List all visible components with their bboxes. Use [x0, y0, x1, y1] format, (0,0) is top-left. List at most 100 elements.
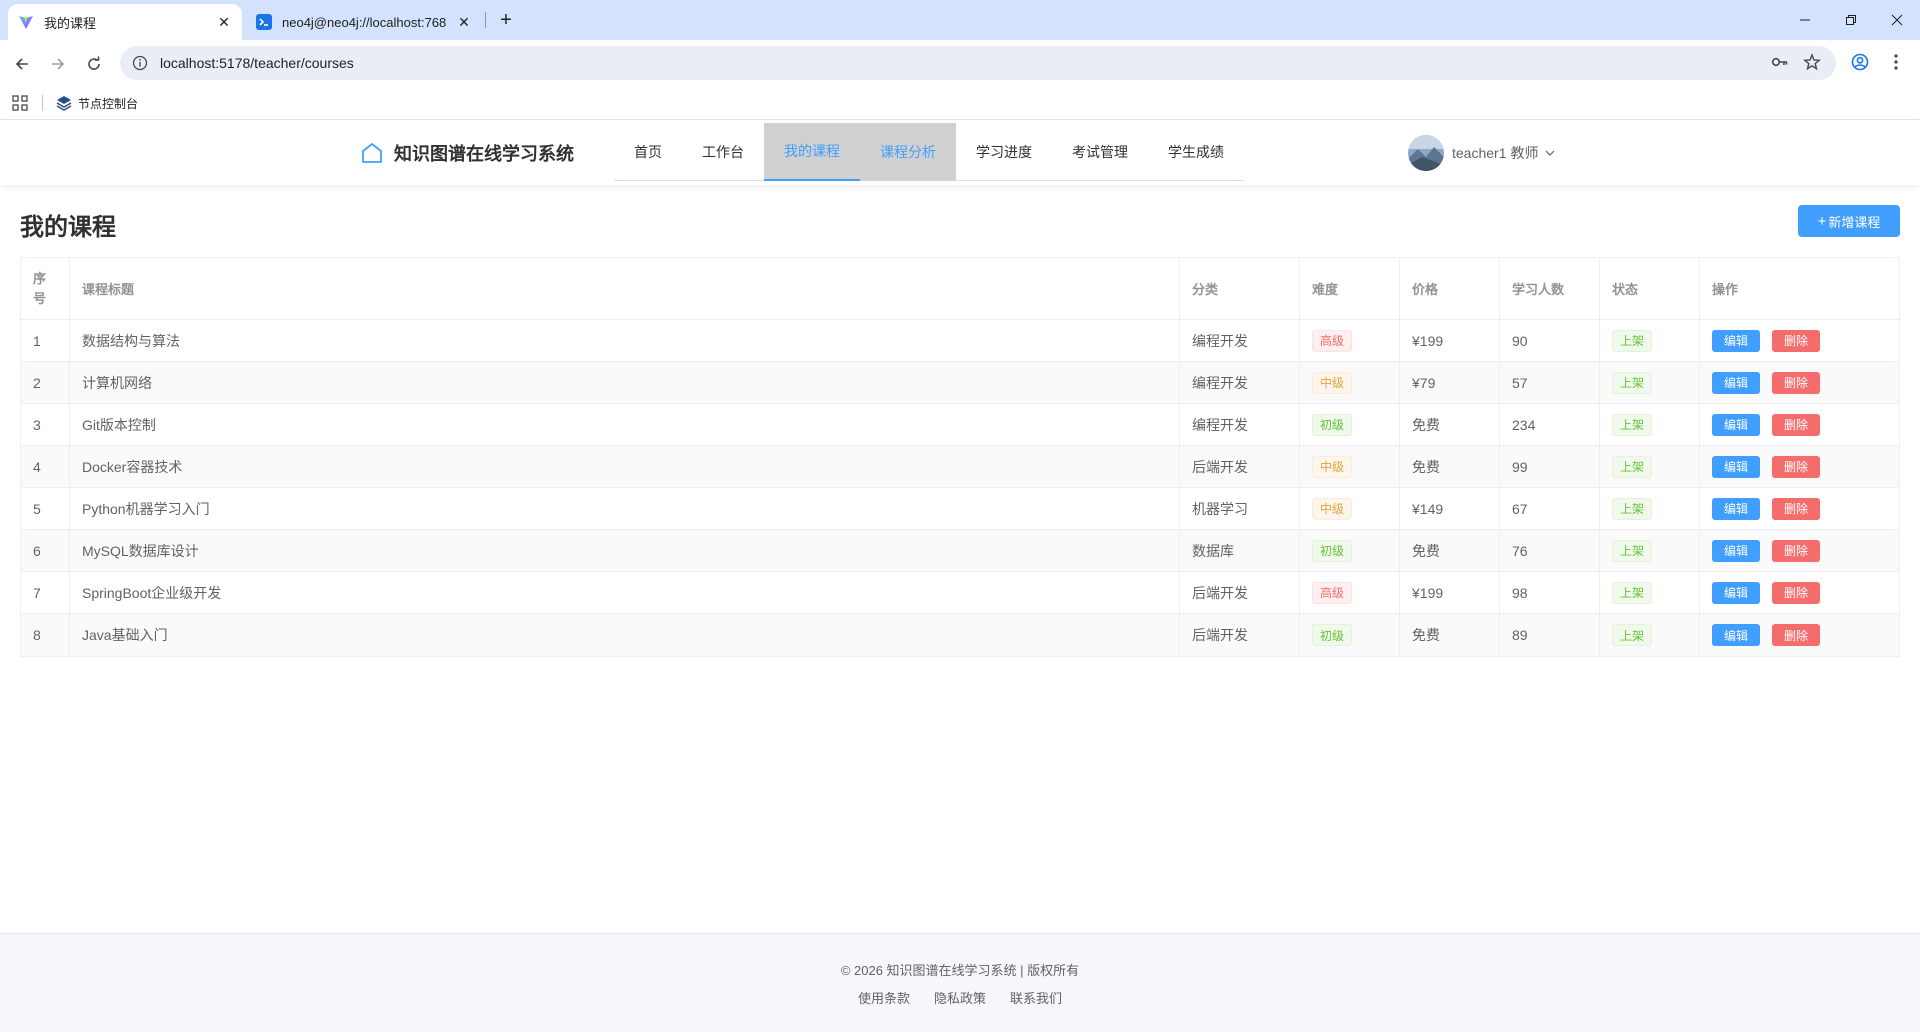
column-header-index: 序号	[21, 258, 70, 319]
cell-index: 8	[21, 614, 70, 656]
cell-category: 编程开发	[1180, 320, 1300, 361]
edit-button[interactable]: 编辑	[1712, 371, 1760, 394]
cell-status: 上架	[1600, 446, 1700, 487]
cell-index: 6	[21, 530, 70, 571]
edit-button[interactable]: 编辑	[1712, 581, 1760, 604]
cell-status: 上架	[1600, 320, 1700, 361]
nav-item-exam-management[interactable]: 考试管理	[1052, 123, 1148, 181]
cell-index: 5	[21, 488, 70, 529]
cell-index: 7	[21, 572, 70, 613]
nav-item-learning-progress[interactable]: 学习进度	[956, 123, 1052, 181]
avatar	[1408, 135, 1444, 171]
edit-button[interactable]: 编辑	[1712, 329, 1760, 352]
tab-title: 我的课程	[44, 15, 97, 31]
cell-actions: 编辑 删除	[1700, 488, 1899, 529]
cell-title: SpringBoot企业级开发	[70, 572, 1180, 613]
delete-button[interactable]: 删除	[1772, 581, 1820, 604]
delete-button[interactable]: 删除	[1772, 497, 1820, 520]
user-menu[interactable]: teacher1 教师	[1408, 135, 1556, 171]
browser-tab-neo4j[interactable]: neo4j@neo4j://localhost:768 ✕	[246, 4, 482, 40]
browser-tab-courses[interactable]: 我的课程 ✕	[8, 4, 242, 40]
copyright-text: © 2026 知识图谱在线学习系统 | 版权所有	[840, 963, 1080, 978]
bookmark-star-icon[interactable]	[1798, 48, 1826, 76]
cell-price: 免费	[1400, 614, 1500, 656]
logo[interactable]: 知识图谱在线学习系统	[360, 139, 574, 167]
cell-students: 99	[1500, 446, 1600, 487]
bookmark-node-console[interactable]: 节点控制台	[56, 92, 138, 114]
cell-title: MySQL数据库设计	[70, 530, 1180, 571]
difficulty-tag: 初级	[1312, 539, 1353, 562]
delete-button[interactable]: 删除	[1772, 455, 1820, 478]
delete-button[interactable]: 删除	[1772, 539, 1820, 562]
cell-category: 编程开发	[1180, 404, 1300, 445]
main-nav: 首页 工作台 我的课程 课程分析 学习进度 考试管理 学生成绩	[614, 123, 1244, 181]
cell-category: 编程开发	[1180, 362, 1300, 403]
footer-link-privacy[interactable]: 隐私政策	[934, 988, 986, 1007]
bookmark-separator	[42, 95, 43, 111]
edit-button[interactable]: 编辑	[1712, 539, 1760, 562]
bookmarks-bar: 节点控制台	[0, 86, 1920, 120]
user-name: teacher1	[1452, 145, 1507, 161]
footer-link-contact[interactable]: 联系我们	[1010, 988, 1062, 1007]
delete-button[interactable]: 删除	[1772, 413, 1820, 436]
cell-difficulty: 中级	[1300, 362, 1400, 403]
status-badge: 上架	[1612, 455, 1653, 478]
address-bar[interactable]: localhost:5178/teacher/courses	[120, 46, 1836, 80]
delete-button[interactable]: 删除	[1772, 371, 1820, 394]
nav-item-my-courses[interactable]: 我的课程	[764, 123, 860, 181]
delete-button[interactable]: 删除	[1772, 624, 1820, 646]
close-icon[interactable]: ✕	[216, 14, 232, 31]
reload-icon[interactable]	[80, 50, 108, 78]
status-badge: 上架	[1612, 371, 1653, 394]
apps-grid-icon[interactable]	[12, 95, 28, 111]
column-header-status: 状态	[1600, 258, 1700, 319]
menu-kebab-icon[interactable]	[1882, 48, 1910, 76]
cell-title: 数据结构与算法	[70, 320, 1180, 361]
password-key-icon[interactable]	[1766, 48, 1794, 76]
new-tab-plus-icon[interactable]: +	[492, 8, 520, 32]
column-header-difficulty: 难度	[1300, 258, 1400, 319]
edit-button[interactable]: 编辑	[1712, 497, 1760, 520]
cell-difficulty: 高级	[1300, 320, 1400, 361]
cell-status: 上架	[1600, 404, 1700, 445]
page: 知识图谱在线学习系统 首页 工作台 我的课程 课程分析 学习进度 考试管理 学生…	[0, 121, 1920, 1032]
nav-item-course-analysis[interactable]: 课程分析	[860, 123, 956, 181]
edit-button[interactable]: 编辑	[1712, 413, 1760, 436]
nav-item-workbench[interactable]: 工作台	[682, 123, 764, 181]
cell-category: 后端开发	[1180, 572, 1300, 613]
back-arrow-icon[interactable]	[8, 50, 36, 78]
status-badge: 上架	[1612, 624, 1653, 646]
edit-button[interactable]: 编辑	[1712, 455, 1760, 478]
close-icon[interactable]: ✕	[456, 14, 472, 31]
edit-button[interactable]: 编辑	[1712, 624, 1760, 646]
profile-icon[interactable]	[1846, 48, 1874, 76]
cell-difficulty: 中级	[1300, 488, 1400, 529]
minimize-icon[interactable]	[1782, 6, 1828, 34]
bookmark-label: 节点控制台	[78, 96, 139, 111]
column-header-actions: 操作	[1712, 282, 1739, 297]
site-info-icon[interactable]	[132, 55, 148, 71]
nav-item-student-grades[interactable]: 学生成绩	[1148, 123, 1244, 181]
table-row: 6 MySQL数据库设计 数据库 初级 免费 76 上架 编辑 删除	[21, 530, 1899, 572]
add-course-button[interactable]: + 新增课程	[1798, 205, 1900, 237]
app-header: 知识图谱在线学习系统 首页 工作台 我的课程 课程分析 学习进度 考试管理 学生…	[0, 121, 1920, 185]
status-badge: 上架	[1612, 581, 1653, 604]
forward-arrow-icon[interactable]	[44, 50, 72, 78]
nav-item-home[interactable]: 首页	[614, 123, 682, 181]
cell-title: 计算机网络	[70, 362, 1180, 403]
restore-icon[interactable]	[1828, 6, 1874, 34]
cell-price: 免费	[1400, 446, 1500, 487]
terminal-icon	[256, 14, 272, 30]
cell-price: 免费	[1400, 404, 1500, 445]
cell-price: ¥149	[1400, 488, 1500, 529]
cell-index: 4	[21, 446, 70, 487]
cell-price: ¥79	[1400, 362, 1500, 403]
status-badge: 上架	[1612, 413, 1653, 436]
cell-students: 89	[1500, 614, 1600, 656]
cell-status: 上架	[1600, 572, 1700, 613]
footer-link-terms[interactable]: 使用条款	[858, 988, 910, 1007]
cell-price: 免费	[1400, 530, 1500, 571]
window-close-icon[interactable]	[1874, 6, 1920, 34]
table-header-row: 序号 课程标题 分类 难度 价格 学习人数 状态 操作	[21, 258, 1899, 320]
delete-button[interactable]: 删除	[1772, 329, 1820, 352]
